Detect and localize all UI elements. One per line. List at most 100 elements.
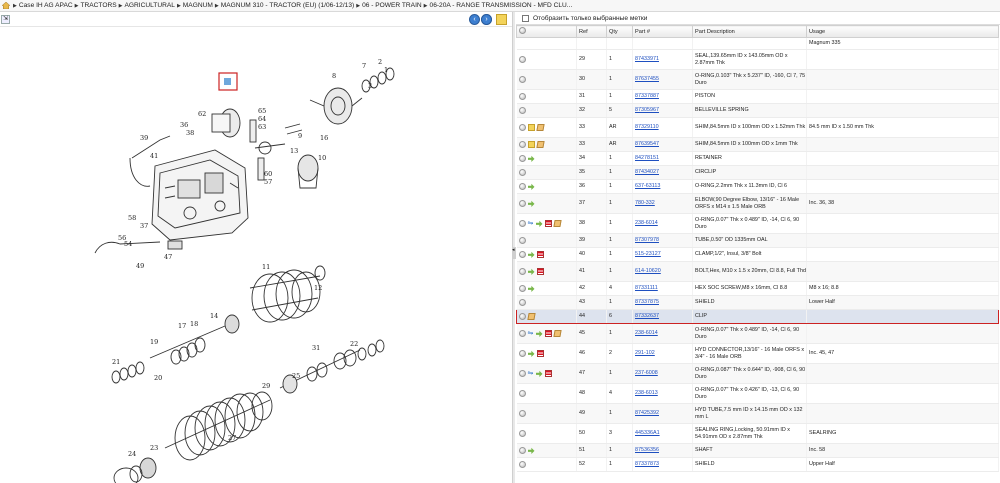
part-number-link[interactable]: 87329110 (635, 124, 659, 130)
part-number-link[interactable]: 87536356 (635, 447, 659, 453)
table-row[interactable]: 44 6 87332637 CLIP (516, 309, 999, 324)
table-row[interactable]: ⇋ 45 1 238-6014 O-RING,0.07" Thk x 0.489" ID… (516, 323, 999, 344)
flag-icon[interactable] (544, 220, 552, 227)
add-to-list-icon[interactable] (518, 141, 526, 148)
diagram-label[interactable]: 12 (314, 284, 322, 292)
diagram-label[interactable]: 7 (362, 62, 366, 70)
cart-arrow-icon[interactable] (535, 220, 543, 227)
table-row[interactable]: 48 4 238-6013 O-RING,0.07" Thk x 0.426" ID,… (516, 383, 999, 404)
column-usage[interactable]: Usage (806, 25, 999, 38)
diagram-label[interactable]: 64 (258, 115, 266, 123)
table-row[interactable]: 40 1 515-23127 CLAMP,1/2", Insul, 3/8" Bolt (516, 247, 999, 262)
table-row[interactable]: 52 1 87337873 SHIELD Upper Half (516, 457, 999, 472)
diagram-label[interactable]: 8 (332, 72, 336, 80)
notes-icon[interactable] (496, 14, 507, 25)
diagram-label[interactable]: 37 (140, 222, 148, 230)
diagram-label[interactable]: 31 (312, 344, 320, 352)
table-row[interactable]: 46 2 291-102 HYD CONNECTOR,13/16" - 16 Male… (516, 343, 999, 364)
flag-icon[interactable] (536, 268, 544, 275)
diagram-label[interactable]: 25 (292, 372, 300, 380)
add-to-list-icon[interactable] (518, 447, 526, 454)
left-shaft-assembly[interactable] (111, 314, 240, 384)
interchange-icon[interactable]: ⇋ (528, 220, 534, 227)
part-number-link[interactable]: 87332637 (635, 313, 659, 319)
add-to-list-icon[interactable] (518, 350, 526, 357)
clutch-pack-bottom[interactable] (164, 391, 273, 461)
table-row[interactable]: 41 1 614-10620 BOLT,Hex, M10 x 1.5 x 20mm, … (516, 261, 999, 282)
back-arrow-icon[interactable]: ‹ (469, 14, 480, 25)
part-number-link[interactable]: 87337875 (635, 299, 659, 305)
diagram-label[interactable]: 11 (262, 263, 270, 271)
part-number-link[interactable]: 238-6014 (635, 220, 658, 226)
diagram-label[interactable]: 24 (128, 450, 136, 458)
table-row[interactable]: ⇋ 47 1 237-6008 O-RING,0.087" Thk x 0.644" I… (516, 363, 999, 384)
diagram-label[interactable]: 20 (154, 374, 162, 382)
expand-icon[interactable]: ⇲ (1, 15, 10, 24)
part-number-link[interactable]: 84278151 (635, 155, 659, 161)
diagram-label[interactable]: 49 (136, 262, 144, 270)
add-to-list-icon[interactable] (518, 299, 526, 306)
cart-arrow-icon[interactable] (527, 200, 535, 207)
table-row[interactable]: 43 1 87337875 SHIELD Lower Half (516, 295, 999, 310)
table-row[interactable]: 32 5 87305967 BELLEVILLE SPRING (516, 103, 999, 118)
flag-icon[interactable] (544, 370, 552, 377)
add-to-list-icon[interactable] (518, 56, 526, 63)
diagram-label[interactable]: 1 (384, 66, 388, 74)
part-number-link[interactable]: 238-6014 (635, 330, 658, 336)
crumb-item[interactable]: MAGNUM (183, 2, 213, 9)
package-icon[interactable] (527, 313, 536, 320)
table-row[interactable]: 39 1 87307978 TUBE,0.50" OD 1335mm OAL (516, 233, 999, 248)
add-to-list-icon[interactable] (518, 285, 526, 292)
bracket[interactable] (167, 240, 183, 250)
column-ref[interactable]: Ref (576, 25, 607, 38)
diagram-label[interactable]: 21 (112, 358, 120, 366)
flag-icon[interactable] (536, 350, 544, 357)
diagram-label[interactable]: 22 (350, 340, 358, 348)
panel-splitter[interactable]: ◂ (512, 12, 517, 483)
table-row[interactable]: 35 1 87434027 CIRCLIP (516, 165, 999, 180)
diagram-label[interactable]: 3 (368, 82, 372, 90)
diagram-label[interactable]: 65 (258, 107, 266, 115)
cart-arrow-icon[interactable] (527, 268, 535, 275)
diagram-label[interactable]: 54 (124, 240, 132, 248)
forward-arrow-icon[interactable]: › (481, 14, 492, 25)
seal-rings-top[interactable] (361, 67, 395, 93)
cart-arrow-icon[interactable] (527, 155, 535, 162)
diagram-label[interactable]: 10 (318, 154, 326, 162)
table-row[interactable]: 51 1 87536356 SHAFT Inc. 58 (516, 443, 999, 458)
table-row[interactable]: 33 AR 87329110 SHIM,84.5mm ID x 100mm OD x … (516, 117, 999, 138)
diagram-label[interactable]: 14 (210, 312, 218, 320)
add-to-list-icon[interactable] (518, 330, 526, 337)
diagram-label[interactable]: 62 (198, 110, 206, 118)
table-row[interactable]: 30 1 87637455 O-RING,0.103" Thk x 5.237" ID… (516, 69, 999, 90)
add-to-list-icon[interactable] (518, 76, 526, 83)
diagram-label[interactable]: 27 (228, 434, 236, 442)
part-number-link[interactable]: 87434027 (635, 169, 659, 175)
diagram-label[interactable]: 17 (178, 322, 186, 330)
diagram-label[interactable]: 13 (290, 147, 298, 155)
flag-icon[interactable] (544, 330, 552, 337)
gear-shaft-top[interactable] (211, 108, 286, 155)
add-to-list-icon[interactable] (518, 410, 526, 417)
part-number-link[interactable]: 780-332 (635, 200, 655, 206)
cart-arrow-icon[interactable] (527, 251, 535, 258)
cart-arrow-icon[interactable] (527, 285, 535, 292)
cart-arrow-icon[interactable] (527, 447, 535, 454)
add-to-list-icon[interactable] (518, 200, 526, 207)
diagram-label[interactable]: 38 (186, 129, 194, 137)
diagram-label[interactable]: 18 (190, 320, 198, 328)
add-to-list-icon[interactable] (518, 237, 526, 244)
add-to-list-icon[interactable] (518, 251, 526, 258)
crumb-item[interactable]: TRACTORS (80, 2, 116, 9)
add-to-list-icon[interactable] (518, 155, 526, 162)
package-icon[interactable] (535, 141, 545, 148)
table-row[interactable]: 42 4 87331111 HEX SOC SCREW,M8 x 16mm, Cl 8… (516, 281, 999, 296)
crumb-item[interactable]: MAGNUM 310 - TRACTOR (EU) (1/06-12/13) (221, 2, 355, 9)
add-to-list-icon[interactable] (518, 93, 526, 100)
diagram-label[interactable]: 41 (150, 152, 158, 160)
add-to-list-icon[interactable] (518, 430, 526, 437)
part-number-link[interactable]: 87639547 (635, 141, 659, 147)
crumb-item[interactable]: Case IH AG APAC (19, 2, 73, 9)
note-icon[interactable] (527, 124, 535, 131)
add-to-list-icon[interactable] (518, 124, 526, 131)
